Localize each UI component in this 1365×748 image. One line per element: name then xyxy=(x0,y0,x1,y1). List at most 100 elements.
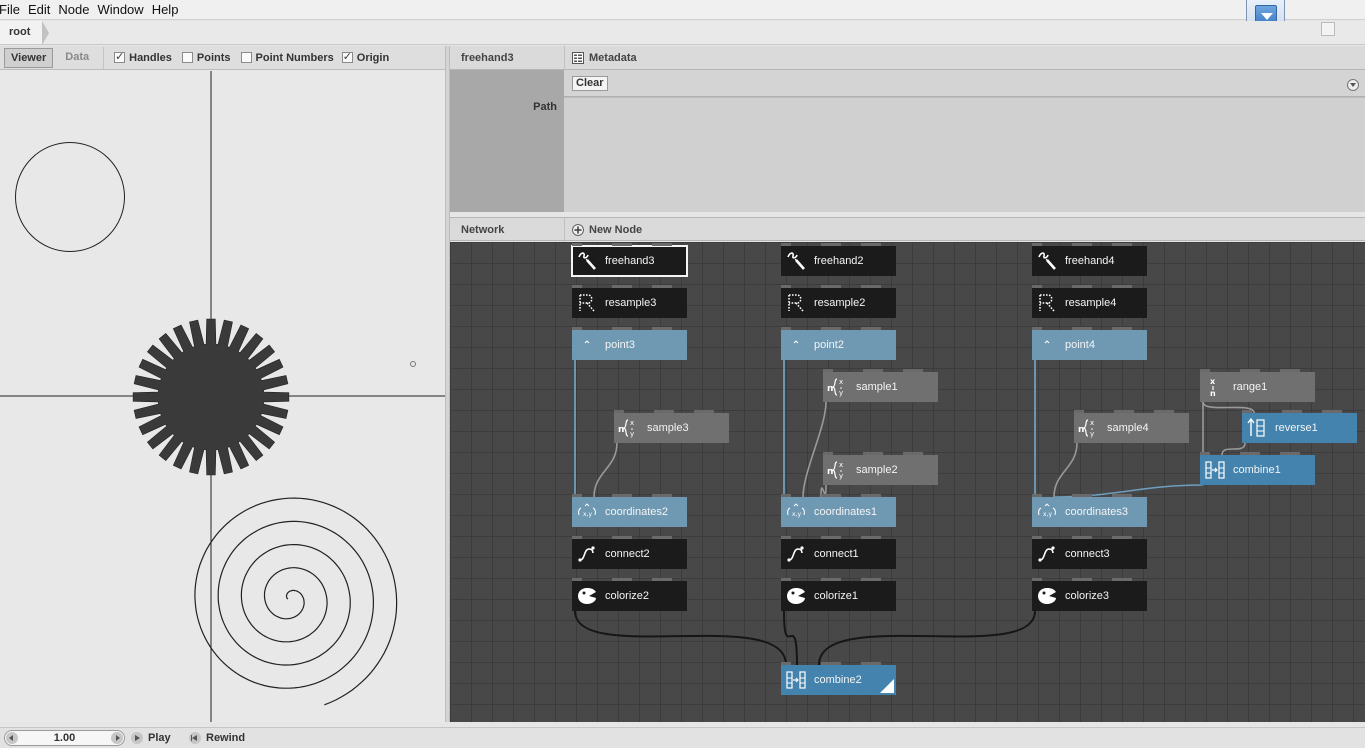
wire-colorize1-to-combine2[interactable] xyxy=(783,610,798,666)
node-input-port[interactable] xyxy=(1112,578,1132,581)
network-canvas[interactable]: freehand3 resample3 point3 n x y sample3 x,y coo… xyxy=(450,242,1365,722)
metadata-button[interactable]: Metadata xyxy=(572,46,637,70)
node-input-port[interactable] xyxy=(614,410,624,413)
breadcrumb-root[interactable]: root xyxy=(0,21,50,45)
node-point3[interactable]: point3 xyxy=(572,327,687,360)
point-numbers-checkbox[interactable] xyxy=(240,52,252,63)
node-input-port[interactable] xyxy=(781,494,791,497)
menu-file[interactable]: File xyxy=(0,0,23,20)
wire-sample3-to-coordinates2[interactable] xyxy=(593,442,618,498)
node-input-port[interactable] xyxy=(1032,327,1042,330)
node-input-port[interactable] xyxy=(1242,410,1252,413)
node-connect1[interactable]: connect1 xyxy=(781,536,896,569)
node-input-port[interactable] xyxy=(781,662,791,665)
node-colorize1[interactable]: colorize1 xyxy=(781,578,896,611)
node-input-port[interactable] xyxy=(903,452,923,455)
viewer-canvas[interactable] xyxy=(0,71,445,722)
node-input-port[interactable] xyxy=(861,327,881,330)
origin-toggle[interactable]: Origin xyxy=(341,50,389,64)
node-point4[interactable]: point4 xyxy=(1032,327,1147,360)
wire-colorize2-to-combine2[interactable] xyxy=(574,610,787,666)
play-button[interactable]: Play xyxy=(131,730,171,746)
node-input-port[interactable] xyxy=(1112,536,1132,539)
node-input-port[interactable] xyxy=(1154,410,1174,413)
node-input-port[interactable] xyxy=(652,536,672,539)
node-input-port[interactable] xyxy=(861,578,881,581)
node-input-port[interactable] xyxy=(781,536,791,539)
node-input-port[interactable] xyxy=(1032,285,1042,288)
handle-point[interactable] xyxy=(410,361,416,367)
node-input-port[interactable] xyxy=(572,285,582,288)
node-input-port[interactable] xyxy=(572,327,582,330)
node-input-port[interactable] xyxy=(572,243,582,246)
node-sample2[interactable]: n x y sample2 xyxy=(823,452,938,485)
node-resample3[interactable]: resample3 xyxy=(572,285,687,318)
frame-value[interactable]: 1.00 xyxy=(5,731,124,745)
node-freehand4[interactable]: freehand4 xyxy=(1032,243,1147,276)
wire-sample4-to-coordinates3[interactable] xyxy=(1053,442,1078,498)
node-input-port[interactable] xyxy=(1280,369,1300,372)
menu-help[interactable]: Help xyxy=(149,0,182,20)
point-numbers-toggle[interactable]: Point Numbers xyxy=(240,52,334,64)
node-input-port[interactable] xyxy=(781,578,791,581)
node-resample2[interactable]: resample2 xyxy=(781,285,896,318)
pane-close-icon[interactable] xyxy=(1321,22,1335,36)
points-toggle[interactable]: Points xyxy=(181,52,231,64)
node-colorize3[interactable]: colorize3 xyxy=(1032,578,1147,611)
node-input-port[interactable] xyxy=(861,243,881,246)
node-sample1[interactable]: n x y sample1 xyxy=(823,369,938,402)
rewind-button[interactable]: Rewind xyxy=(189,730,245,746)
menu-node[interactable]: Node xyxy=(55,0,92,20)
points-checkbox[interactable] xyxy=(181,52,193,63)
node-point2[interactable]: point2 xyxy=(781,327,896,360)
node-input-port[interactable] xyxy=(572,494,582,497)
node-range1[interactable]: x n range1 xyxy=(1200,369,1315,402)
node-coordinates2[interactable]: x,y coordinates2 xyxy=(572,494,687,527)
node-resample4[interactable]: resample4 xyxy=(1032,285,1147,318)
menu-window[interactable]: Window xyxy=(94,0,146,20)
node-input-port[interactable] xyxy=(823,452,833,455)
node-combine2[interactable]: combine2 xyxy=(781,662,896,695)
node-input-port[interactable] xyxy=(781,243,791,246)
node-input-port[interactable] xyxy=(823,369,833,372)
path-value-area[interactable] xyxy=(564,98,1365,212)
handles-checkbox[interactable] xyxy=(114,50,126,63)
node-input-port[interactable] xyxy=(1032,536,1042,539)
node-input-port[interactable] xyxy=(1112,327,1132,330)
menu-edit[interactable]: Edit xyxy=(25,0,53,20)
node-input-port[interactable] xyxy=(1074,410,1084,413)
node-sample4[interactable]: n x y sample4 xyxy=(1074,410,1189,443)
node-input-port[interactable] xyxy=(1280,452,1300,455)
node-reverse1[interactable]: reverse1 xyxy=(1242,410,1357,443)
frame-decrement-icon[interactable] xyxy=(6,732,18,744)
node-input-port[interactable] xyxy=(1032,578,1042,581)
origin-checkbox[interactable] xyxy=(341,50,353,63)
wire-colorize3-to-combine2[interactable] xyxy=(818,610,1036,666)
node-coordinates3[interactable]: x,y coordinates3 xyxy=(1032,494,1147,527)
node-input-port[interactable] xyxy=(652,243,672,246)
node-freehand2[interactable]: freehand2 xyxy=(781,243,896,276)
frame-increment-icon[interactable] xyxy=(111,732,123,744)
node-input-port[interactable] xyxy=(1200,369,1210,372)
node-input-port[interactable] xyxy=(652,327,672,330)
node-coordinates1[interactable]: x,y coordinates1 xyxy=(781,494,896,527)
node-combine1[interactable]: combine1 xyxy=(1200,452,1315,485)
node-input-port[interactable] xyxy=(694,410,714,413)
node-input-port[interactable] xyxy=(1200,452,1210,455)
node-input-port[interactable] xyxy=(1112,243,1132,246)
node-input-port[interactable] xyxy=(1032,243,1042,246)
path-menu-icon[interactable] xyxy=(1347,79,1359,91)
node-input-port[interactable] xyxy=(1032,494,1042,497)
node-input-port[interactable] xyxy=(781,285,791,288)
node-input-port[interactable] xyxy=(572,578,582,581)
node-input-port[interactable] xyxy=(781,327,791,330)
node-colorize2[interactable]: colorize2 xyxy=(572,578,687,611)
node-input-port[interactable] xyxy=(903,369,923,372)
clear-button[interactable]: Clear xyxy=(572,76,608,91)
frame-field[interactable]: 1.00 xyxy=(4,730,125,746)
node-input-port[interactable] xyxy=(572,536,582,539)
node-connect3[interactable]: connect3 xyxy=(1032,536,1147,569)
node-sample3[interactable]: n x y sample3 xyxy=(614,410,729,443)
tab-viewer[interactable]: Viewer xyxy=(4,47,54,68)
node-input-port[interactable] xyxy=(652,578,672,581)
